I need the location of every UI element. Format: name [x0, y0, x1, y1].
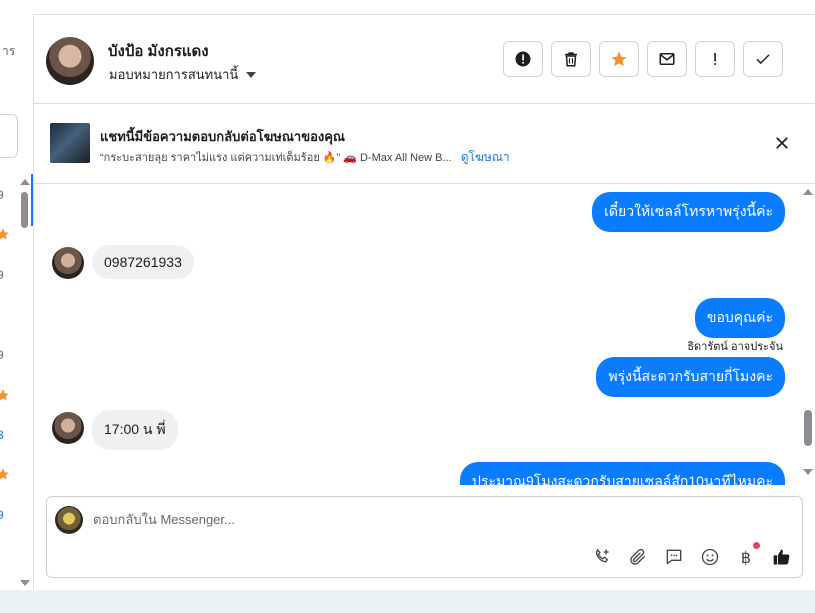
assign-label: มอบหมายการสนทนานี้: [109, 67, 239, 82]
mark-unread-button[interactable]: [647, 41, 687, 77]
scroll-up-icon[interactable]: [20, 179, 30, 185]
sidebar-text-fragment: าร: [2, 44, 16, 58]
active-conversation-indicator: [31, 174, 33, 226]
ad-banner-title: แชทนี้มีข้อความตอบกลับต่อโฆษณาของคุณ: [100, 129, 345, 144]
payment-button[interactable]: ฿: [736, 542, 760, 567]
star-icon: [0, 389, 9, 401]
saved-replies-button[interactable]: [664, 547, 684, 567]
caret-down-icon: [246, 71, 257, 78]
page-avatar: [55, 506, 83, 534]
conversation-list-fragment: าร 9 9 9 3 9: [0, 14, 34, 590]
scroll-up-icon[interactable]: [803, 189, 813, 195]
message-bubble-outgoing[interactable]: พรุ่งนี้สะดวกรับสายกี่โมงคะ: [596, 357, 785, 397]
contact-avatar-small: [52, 412, 84, 444]
call-add-button[interactable]: [592, 547, 612, 567]
sidebar-time-fragment: 9: [0, 508, 4, 522]
like-button[interactable]: [772, 547, 792, 567]
emoji-button[interactable]: [700, 547, 720, 567]
close-icon[interactable]: [773, 134, 791, 152]
check-icon: [756, 54, 770, 65]
mark-done-button[interactable]: [743, 41, 783, 77]
conversation-panel: บังป้อ มังกรแดง มอบหมายการสนทนานี้ แชทนี…: [34, 14, 815, 590]
star-button[interactable]: [599, 41, 639, 77]
message-bubble-incoming[interactable]: 0987261933: [92, 245, 194, 279]
scroll-down-icon[interactable]: [803, 469, 813, 475]
star-icon: [0, 228, 9, 240]
emoji-icon: [701, 548, 719, 566]
attach-button[interactable]: [628, 547, 648, 567]
contact-name[interactable]: บังป้อ มังกรแดง: [108, 39, 209, 63]
scrollbar-thumb[interactable]: [804, 410, 812, 446]
header-actions: [503, 41, 783, 77]
reply-input[interactable]: [93, 507, 693, 531]
top-border: [0, 0, 815, 14]
contact-avatar-small: [52, 247, 84, 279]
message-bubble-outgoing[interactable]: ประมาณ9โมงสะดวกรับสายเซลล์สัก10นาทีไหมคะ: [460, 462, 785, 485]
mail-icon: [659, 53, 675, 65]
conversation-header: บังป้อ มังกรแดง มอบหมายการสนทนานี้: [34, 15, 815, 104]
sidebar-time-fragment: 3: [0, 428, 4, 442]
sidebar-time-fragment: 9: [0, 348, 4, 362]
star-icon: [0, 468, 9, 480]
sidebar-search-box-fragment[interactable]: [0, 114, 18, 158]
sidebar-time-fragment: 9: [0, 268, 4, 282]
message-bubble-outgoing[interactable]: เดี๋ยวให้เซลล์โทรหาพรุ่งนี้ค่ะ: [592, 192, 785, 232]
follow-up-button[interactable]: [695, 41, 735, 77]
star-icon: [611, 51, 627, 67]
thumbs-up-icon: [773, 549, 790, 565]
notification-dot: [753, 542, 760, 549]
call-add-icon: [595, 548, 609, 563]
composer-tools: ฿: [592, 542, 792, 567]
message-bubble-outgoing[interactable]: ขอบคุณค่ะ: [694, 298, 785, 338]
alert-circle-icon: [515, 51, 531, 67]
ad-banner-subtitle: “กระบะสายลุย ราคาไม่แรง แต่ความเท่เต็มร้…: [100, 148, 510, 167]
message-thread: เดี๋ยวให้เซลล์โทรหาพรุ่งนี้ค่ะ 098726193…: [34, 185, 815, 485]
trash-icon: [565, 52, 577, 67]
scrollbar-thumb[interactable]: [21, 192, 28, 228]
reply-composer: ฿: [46, 496, 803, 578]
exclamation-icon: [714, 53, 716, 65]
messages-scrollbar[interactable]: [801, 185, 815, 485]
ad-reply-banner: แชทนี้มีข้อความตอบกลับต่อโฆษณาของคุณ “กร…: [34, 104, 815, 184]
chat-bubble-icon: [666, 549, 682, 565]
sidebar-time-fragment: 9: [0, 188, 4, 202]
mark-spam-button[interactable]: [503, 41, 543, 77]
ad-thumbnail[interactable]: [50, 123, 90, 163]
baht-icon: ฿: [740, 547, 752, 567]
view-ad-link[interactable]: ดูโฆษณา: [461, 150, 510, 164]
contact-avatar[interactable]: [46, 37, 94, 85]
message-bubble-incoming[interactable]: 17:00 น พี่: [92, 410, 178, 450]
assign-conversation-dropdown[interactable]: มอบหมายการสนทนานี้: [109, 64, 257, 85]
sidebar-scrollbar[interactable]: [18, 176, 30, 588]
paperclip-icon: [630, 548, 646, 565]
message-sender-name: ธิดารัตน์ อาจประจัน: [687, 341, 783, 353]
scroll-down-icon[interactable]: [20, 580, 30, 586]
delete-button[interactable]: [551, 41, 591, 77]
ad-text: “กระบะสายลุย ราคาไม่แรง แต่ความเท่เต็มร้…: [100, 152, 452, 164]
